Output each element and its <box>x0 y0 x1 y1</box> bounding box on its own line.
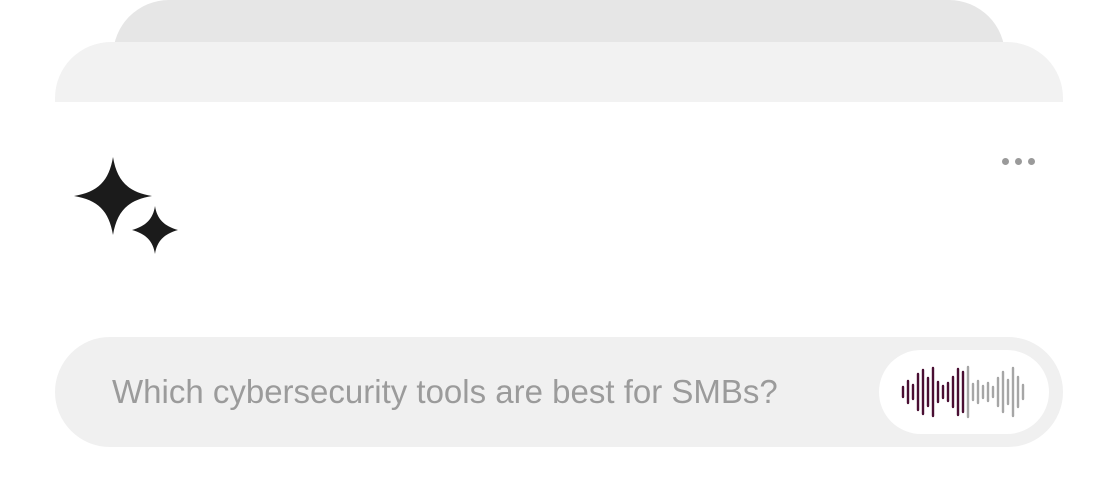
more-horizontal-icon <box>1027 157 1035 165</box>
voice-input-button[interactable] <box>879 350 1049 434</box>
more-horizontal-icon <box>1001 157 1009 165</box>
prompt-input[interactable]: Which cybersecurity tools are best for S… <box>55 337 1063 447</box>
prompt-text[interactable]: Which cybersecurity tools are best for S… <box>112 337 778 447</box>
audio-waveform-icon <box>901 365 1025 419</box>
stacked-card-middle <box>55 42 1063 102</box>
more-options-button[interactable] <box>992 150 1044 172</box>
more-horizontal-icon <box>1014 157 1022 165</box>
assistant-widget: Which cybersecurity tools are best for S… <box>0 0 1118 500</box>
sparkle-icon <box>74 157 178 254</box>
